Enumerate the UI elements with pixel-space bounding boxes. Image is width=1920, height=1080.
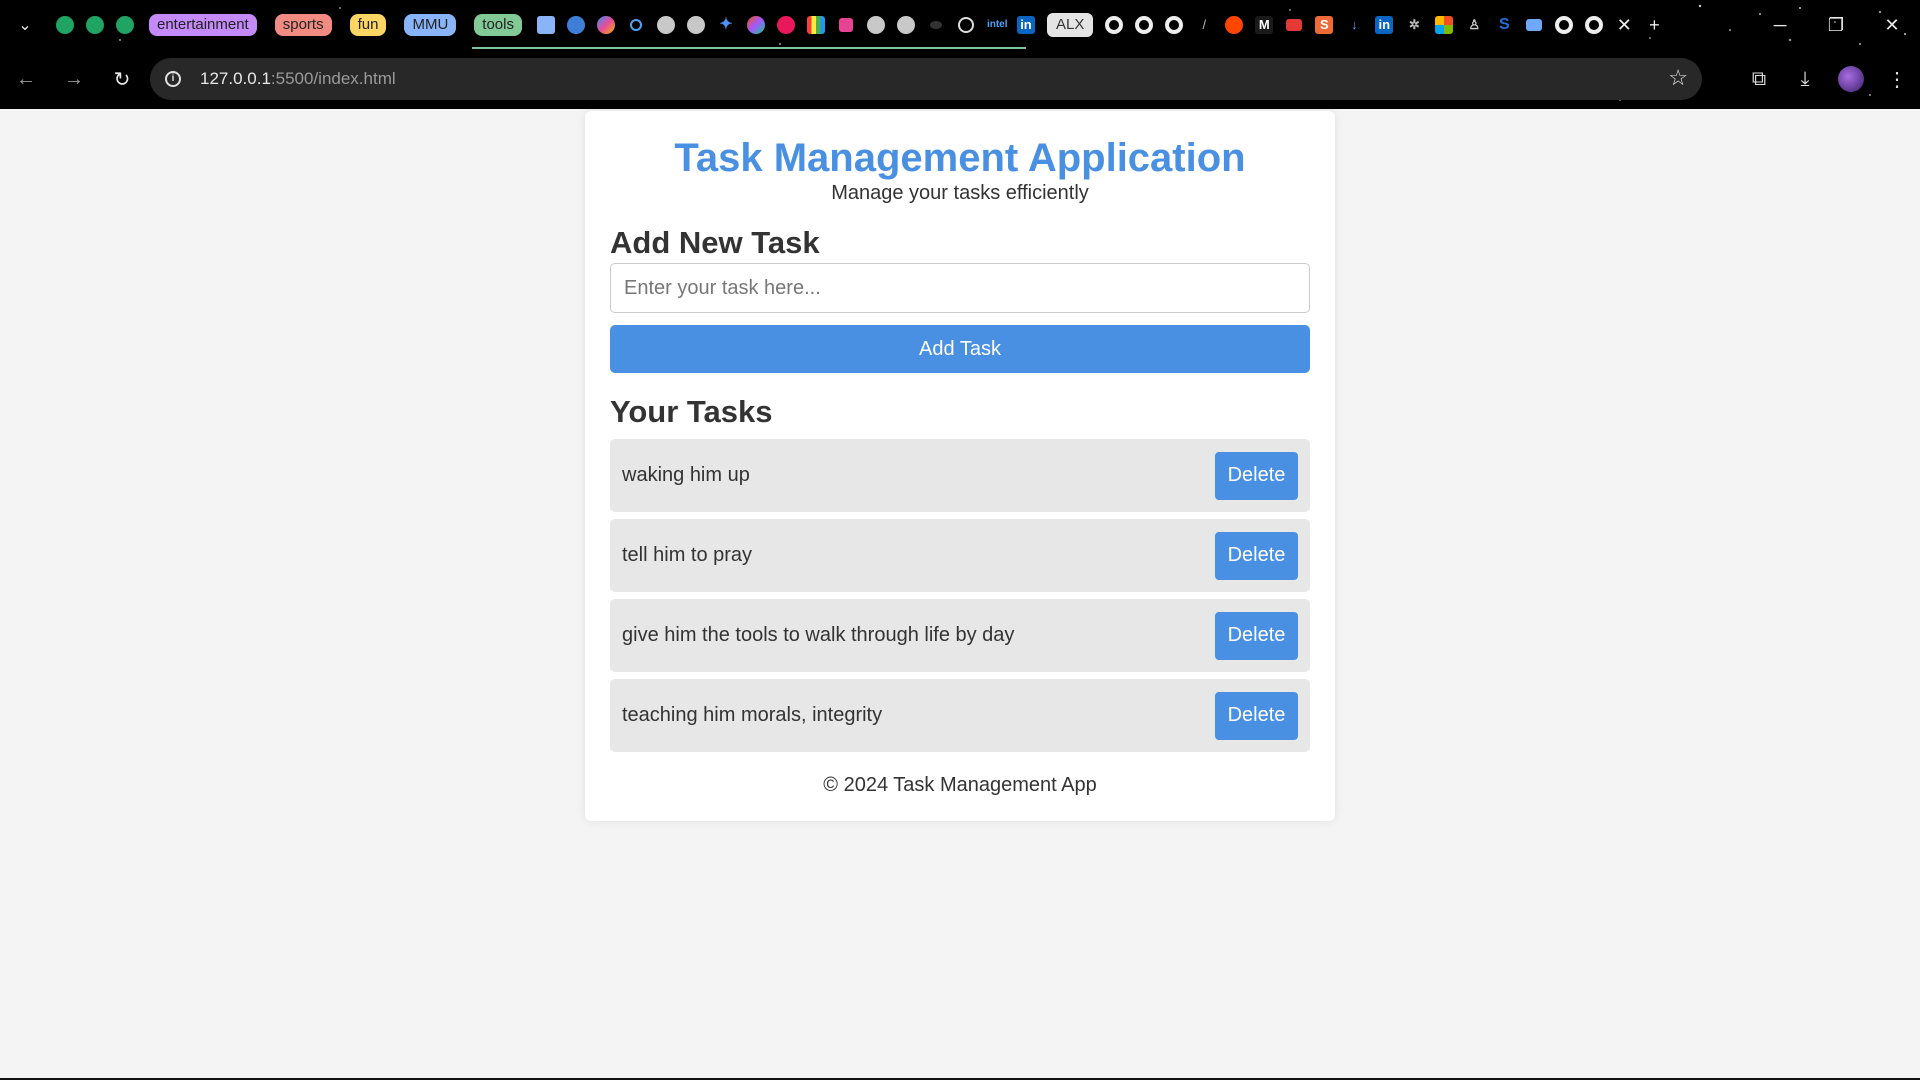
youtube-icon[interactable]	[1279, 10, 1309, 40]
chrome-icon[interactable]	[1159, 10, 1189, 40]
task-text: waking him up	[622, 464, 750, 486]
window-controls: ─ ❐ ✕	[1752, 0, 1920, 50]
task-input[interactable]	[610, 263, 1310, 313]
figma-icon[interactable]	[741, 10, 771, 40]
bookmark-star-icon[interactable]: ☆	[1668, 65, 1688, 91]
alx-pinned-badge[interactable]: ALX	[1046, 13, 1094, 37]
settings-icon[interactable]: ✲	[1399, 10, 1429, 40]
pencil-icon[interactable]: /	[1189, 10, 1219, 40]
laptop-icon[interactable]	[1519, 10, 1549, 40]
reddit-icon[interactable]	[1219, 10, 1249, 40]
url-path: :5500/index.html	[270, 69, 396, 88]
colorful-grid-icon[interactable]	[801, 10, 831, 40]
tab-group-sports[interactable]: sports	[274, 14, 332, 36]
tab-search-icon[interactable]: ⌄	[0, 0, 50, 50]
close-tab-icon[interactable]: ✕	[1609, 10, 1639, 40]
task-text: tell him to pray	[622, 544, 753, 566]
close-window-icon[interactable]: ✕	[1864, 0, 1920, 50]
restore-icon[interactable]: ❐	[1808, 0, 1864, 50]
chrome-icon[interactable]	[1129, 10, 1159, 40]
intel-icon[interactable]: intel	[981, 10, 1011, 40]
page-viewport: Task Management Application Manage your …	[0, 109, 1920, 1080]
s-app-icon[interactable]: S	[1309, 10, 1339, 40]
search-tab-icon[interactable]	[621, 10, 651, 40]
your-tasks-heading: Your Tasks	[610, 394, 773, 429]
chrome-icon[interactable]	[1549, 10, 1579, 40]
green-app-icon[interactable]	[80, 10, 110, 40]
sparkle-icon[interactable]: ✦	[711, 10, 741, 40]
download-tab-icon[interactable]: ↓	[1339, 10, 1369, 40]
medium-icon[interactable]: M	[1249, 10, 1279, 40]
linkedin-icon[interactable]: in	[1369, 10, 1399, 40]
chrome-icon[interactable]	[1099, 10, 1129, 40]
avatar	[1838, 66, 1864, 92]
minimize-icon[interactable]: ─	[1752, 0, 1808, 50]
chrome-icon[interactable]	[1579, 10, 1609, 40]
globe-icon[interactable]	[891, 10, 921, 40]
tab-icons-row: entertainment sports fun MMU tools ✦ int…	[50, 0, 1669, 50]
pink-app-icon[interactable]	[831, 10, 861, 40]
add-task-heading: Add New Task	[610, 225, 820, 260]
delete-task-button[interactable]: Delete	[1215, 451, 1298, 500]
app-title: Task Management Application	[674, 136, 1246, 180]
site-info-icon[interactable]: i	[154, 60, 192, 98]
tab-group-entertainment[interactable]: entertainment	[149, 14, 257, 36]
green-app-icon[interactable]	[50, 10, 80, 40]
tab-group-tools[interactable]: tools	[474, 14, 522, 36]
linkedin-icon[interactable]: in	[1011, 10, 1041, 40]
add-task-button[interactable]: Add Task	[610, 325, 1310, 373]
url-text[interactable]: 127.0.0.1:5500/index.html	[200, 69, 396, 89]
tab-group-mmu[interactable]: MMU	[404, 14, 457, 36]
reload-icon[interactable]: ↻	[100, 58, 144, 102]
green-app-icon[interactable]	[110, 10, 140, 40]
globe-icon[interactable]	[651, 10, 681, 40]
task-item: give him the tools to walk through life …	[610, 599, 1310, 672]
delete-task-button[interactable]: Delete	[1215, 691, 1298, 740]
task-text: teaching him morals, integrity	[622, 704, 883, 726]
extensions-icon[interactable]: ⧉	[1736, 58, 1782, 100]
forward-arrow-icon[interactable]: →	[52, 58, 96, 102]
task-item: teaching him morals, integrity Delete	[610, 679, 1310, 752]
person-icon[interactable]: ♙	[1459, 10, 1489, 40]
openai-icon[interactable]	[951, 10, 981, 40]
new-tab-icon[interactable]: +	[1639, 10, 1669, 40]
copilot-icon[interactable]	[591, 10, 621, 40]
task-text: give him the tools to walk through life …	[622, 624, 1015, 646]
task-list: waking him up Delete tell him to pray De…	[610, 439, 1310, 759]
task-item: waking him up Delete	[610, 439, 1310, 512]
tab-strip: ⌄ entertainment sports fun MMU tools ✦ i…	[0, 0, 1920, 50]
toolbar-actions: ⧉ ⤓ ⋮	[1736, 58, 1920, 100]
address-bar[interactable]: i 127.0.0.1:5500/index.html ☆	[150, 58, 1702, 100]
wordpress-icon[interactable]	[561, 10, 591, 40]
app-subtitle: Manage your tasks efficiently	[831, 182, 1089, 204]
downloads-icon[interactable]: ⤓	[1782, 58, 1828, 100]
microsoft-icon[interactable]	[1429, 10, 1459, 40]
menu-kebab-icon[interactable]: ⋮	[1874, 58, 1920, 100]
document-icon[interactable]	[531, 10, 561, 40]
delete-task-button[interactable]: Delete	[1215, 611, 1298, 660]
app-container: Task Management Application Manage your …	[585, 111, 1335, 821]
url-host: 127.0.0.1	[200, 69, 271, 88]
dim-app-icon[interactable]	[921, 10, 951, 40]
profile-avatar[interactable]	[1828, 58, 1874, 100]
browser-chrome: ⌄ entertainment sports fun MMU tools ✦ i…	[0, 0, 1920, 109]
task-item: tell him to pray Delete	[610, 519, 1310, 592]
delete-task-button[interactable]: Delete	[1215, 531, 1298, 580]
browser-toolbar: ← → ↻ i 127.0.0.1:5500/index.html ☆ ⧉ ⤓ …	[0, 50, 1920, 109]
globe-icon[interactable]	[861, 10, 891, 40]
footer-copyright: © 2024 Task Management App	[823, 774, 1097, 796]
red-app-icon[interactable]	[771, 10, 801, 40]
s-blue-icon[interactable]: S	[1489, 10, 1519, 40]
tab-group-fun[interactable]: fun	[349, 14, 387, 36]
back-arrow-icon[interactable]: ←	[4, 58, 48, 102]
globe-icon[interactable]	[681, 10, 711, 40]
tab-group-underline	[472, 47, 1026, 49]
